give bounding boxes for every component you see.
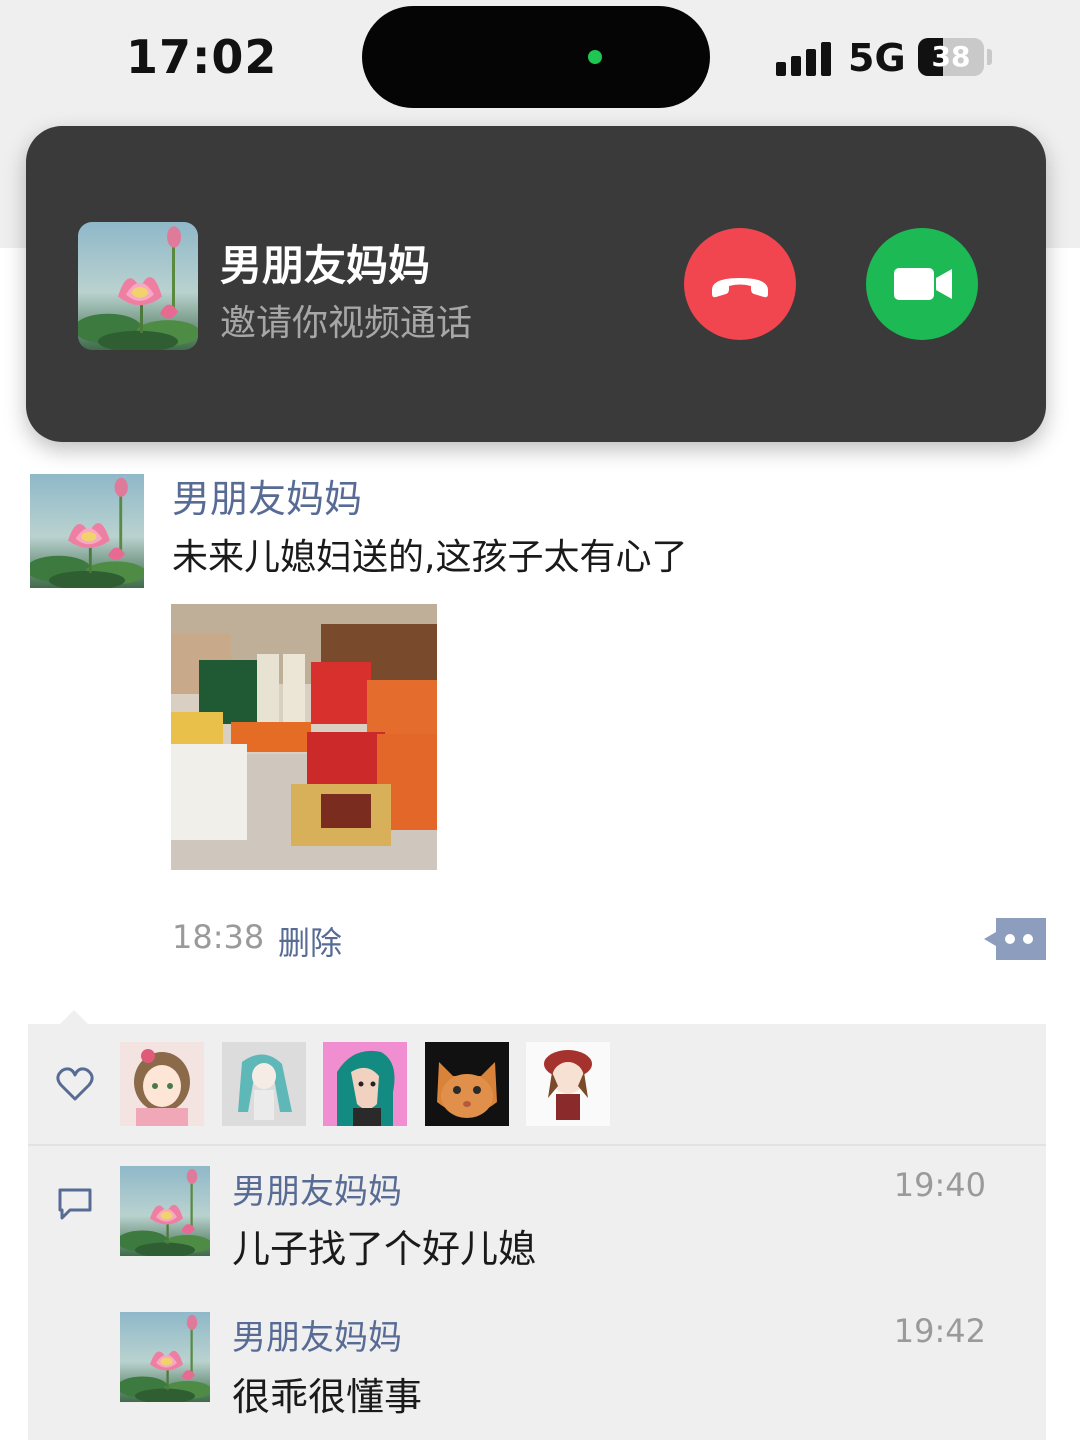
accept-video-call-button[interactable]: [866, 228, 978, 340]
heart-icon: [56, 1066, 94, 1102]
post-author-avatar[interactable]: [30, 474, 144, 588]
wechat-moments-screen: 17:02 5G 38 男朋友妈妈 邀请你视频通话 男朋友妈妈 未来儿媳妇送的,…: [0, 0, 1080, 1440]
comment-text[interactable]: 很乖很懂事: [232, 1366, 422, 1421]
video-camera-icon: [894, 268, 952, 300]
caller-avatar: [78, 222, 198, 350]
incoming-call-banner[interactable]: 男朋友妈妈 邀请你视频通话: [26, 126, 1046, 442]
comment-time: 19:42: [893, 1312, 986, 1350]
battery-icon: 38: [918, 38, 984, 76]
comment-author-avatar[interactable]: [120, 1312, 210, 1402]
panel-pointer: [60, 1010, 88, 1024]
battery-cap: [987, 49, 992, 65]
more-dots-icon: [984, 918, 1046, 960]
dynamic-island: [362, 6, 710, 108]
caller-name: 男朋友妈妈: [220, 241, 431, 290]
liker-avatar-miku[interactable]: [222, 1042, 306, 1126]
decline-call-button[interactable]: [684, 228, 796, 340]
liker-avatar-anime-girl[interactable]: [120, 1042, 204, 1126]
post-author-name[interactable]: 男朋友妈妈: [172, 468, 362, 523]
comment-text[interactable]: 儿子找了个好儿媳: [232, 1218, 536, 1273]
camera-indicator-dot: [588, 50, 602, 64]
liker-avatar-teal-portrait[interactable]: [323, 1042, 407, 1126]
network-type: 5G: [848, 36, 906, 80]
post-text: 未来儿媳妇送的,这孩子太有心了: [172, 537, 688, 578]
liker-avatar-orange-cat[interactable]: [425, 1042, 509, 1126]
call-subtitle: 邀请你视频通话: [220, 303, 473, 344]
delete-post-link[interactable]: 删除: [278, 918, 342, 964]
liker-avatar-red-hat-chibi[interactable]: [526, 1042, 610, 1126]
post-timestamp: 18:38: [172, 918, 265, 956]
post-photo-gifts[interactable]: [171, 604, 437, 870]
battery-percent: 38: [931, 40, 971, 73]
comment-author-avatar[interactable]: [120, 1166, 210, 1256]
comment-icon: [56, 1186, 94, 1222]
comment-author-name[interactable]: 男朋友妈妈: [232, 1310, 402, 1359]
signal-strength-icon: [776, 40, 832, 76]
phone-hangup-icon: [712, 278, 768, 298]
more-actions-button[interactable]: [984, 918, 1046, 960]
comment-time: 19:40: [893, 1166, 986, 1204]
status-time: 17:02: [126, 30, 278, 84]
comment-author-name[interactable]: 男朋友妈妈: [232, 1164, 402, 1213]
